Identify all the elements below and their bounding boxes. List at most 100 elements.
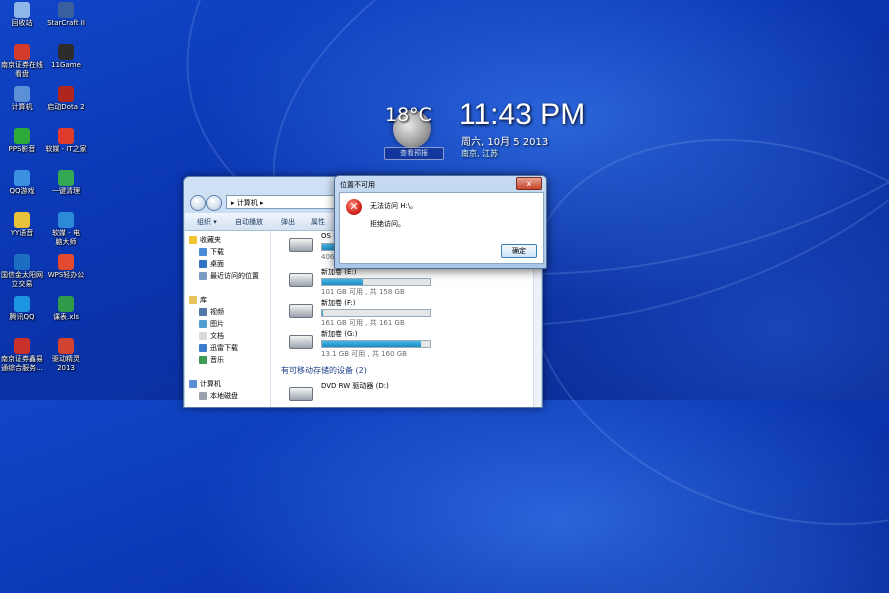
desktop-icon[interactable]: StarCraft II <box>44 2 88 28</box>
dvd-drive[interactable]: DVD RW 驱动器 (D:) <box>289 381 449 411</box>
nav-computer[interactable]: 计算机 <box>189 379 221 389</box>
app-icon <box>58 128 74 144</box>
app-icon <box>58 2 74 18</box>
hard-drive-icon <box>289 238 313 252</box>
drive-item[interactable]: 新加卷 (G:) 13.1 GB 可用 , 共 160 GB <box>289 329 449 359</box>
star-icon <box>189 236 197 244</box>
dvd-drive-name: DVD RW 驱动器 (D:) <box>321 382 389 390</box>
drive-usage-fill <box>322 279 364 285</box>
drive-item[interactable]: 新加卷 (F:) 161 GB 可用 , 共 161 GB <box>289 298 449 328</box>
desktop-icon-label: 回收站 <box>11 19 33 27</box>
desktop-icon <box>199 260 207 268</box>
drive-item[interactable]: 新加卷 (E:) 101 GB 可用 , 共 158 GB <box>289 267 449 297</box>
computer-icon <box>189 380 197 388</box>
recent-places-icon <box>199 272 207 280</box>
clock-date: 周六, 10月 5 2013 <box>461 137 549 148</box>
desktop-icon[interactable]: 软媒 - IT之家 <box>44 128 88 154</box>
desktop-icon[interactable]: QQ游戏 <box>0 170 44 196</box>
nav-downloads[interactable]: 下载 <box>199 247 224 257</box>
drive-name: 新加卷 (G:) <box>321 330 358 338</box>
nav-videos[interactable]: 视频 <box>199 307 224 317</box>
back-button[interactable] <box>190 195 206 211</box>
close-button[interactable]: x <box>516 177 542 190</box>
dvd-drive-icon <box>289 387 313 401</box>
app-icon <box>14 44 30 60</box>
desktop-icon-label: QQ游戏 <box>9 187 35 195</box>
app-icon <box>58 86 74 102</box>
desktop-icon[interactable]: 南京证券鑫易 通综合服务... <box>0 338 44 373</box>
nav-thunder[interactable]: 迅雷下载 <box>199 343 238 353</box>
desktop-icon-label: 驱动精灵 2013 <box>52 355 80 372</box>
removable-section-header[interactable]: 有可移动存储的设备 (2) <box>281 365 367 376</box>
document-icon <box>199 332 207 340</box>
desktop-icon[interactable]: 11Game <box>44 44 88 70</box>
nav-recent[interactable]: 最近访问的位置 <box>199 271 259 281</box>
app-icon <box>58 338 74 354</box>
desktop-icon-label: 国信金太阳网 立交易 <box>1 271 43 288</box>
desktop-icon-label: 软媒 - IT之家 <box>45 145 87 153</box>
drive-usage-bar <box>321 309 431 317</box>
location-unavailable-dialog[interactable]: 位置不可用 x ✕ 无法访问 H:\。 拒绝访问。 确定 <box>334 175 547 269</box>
nav-music[interactable]: 音乐 <box>199 355 224 365</box>
music-icon <box>199 356 207 364</box>
weather-gadget[interactable]: 18°C 查看预报 <box>383 104 453 164</box>
desktop-icon-label: 11Game <box>51 61 81 69</box>
desktop-icon-label: StarCraft II <box>47 19 85 27</box>
nav-documents[interactable]: 文档 <box>199 331 224 341</box>
desktop-icon[interactable]: 腾讯QQ <box>0 296 44 322</box>
download-folder-icon <box>199 248 207 256</box>
desktop-icon[interactable]: 驱动精灵 2013 <box>44 338 88 373</box>
nav-desktop[interactable]: 桌面 <box>199 259 224 269</box>
drive-size: 13.1 GB 可用 , 共 160 GB <box>321 350 407 358</box>
disk-icon <box>199 392 207 400</box>
dialog-body: ✕ 无法访问 H:\。 拒绝访问。 确定 <box>339 192 544 264</box>
desktop-icon[interactable]: WPS轻办公 <box>44 254 88 280</box>
desktop-icon[interactable]: 国信金太阳网 立交易 <box>0 254 44 289</box>
eject-button[interactable]: 弹出 <box>281 217 295 227</box>
desktop-icon-label: 腾讯QQ <box>9 313 35 321</box>
app-icon <box>14 170 30 186</box>
desktop-icon[interactable]: 课表.xls <box>44 296 88 322</box>
drive-size: 101 GB 可用 , 共 158 GB <box>321 288 405 296</box>
desktop-icon[interactable]: 回收站 <box>0 2 44 28</box>
hard-drive-icon <box>289 335 313 349</box>
dialog-detail: 拒绝访问。 <box>370 220 405 228</box>
library-icon <box>189 296 197 304</box>
desktop-icon[interactable]: YY语音 <box>0 212 44 238</box>
desktop-icon-label: PPS影音 <box>8 145 36 153</box>
error-icon: ✕ <box>346 199 362 215</box>
desktop-icon-label: 一键清理 <box>52 187 80 195</box>
thunder-icon <box>199 344 207 352</box>
desktop-icon-label: 计算机 <box>11 103 33 111</box>
dialog-title: 位置不可用 <box>340 181 375 189</box>
desktop-icon[interactable]: 一键清理 <box>44 170 88 196</box>
desktop-icon-label: 南京证券在线 看盘 <box>1 61 43 78</box>
app-icon <box>14 212 30 228</box>
desktop-icon[interactable]: 软媒 - 电 脑大师 <box>44 212 88 247</box>
hard-drive-icon <box>289 273 313 287</box>
app-icon <box>14 296 30 312</box>
view-forecast-link[interactable]: 查看预报 <box>384 147 444 160</box>
app-icon <box>58 44 74 60</box>
desktop-icon[interactable]: 计算机 <box>0 86 44 112</box>
nav-pictures[interactable]: 图片 <box>199 319 224 329</box>
desktop-icon-label: 启动Dota 2 <box>47 103 85 111</box>
app-icon <box>58 170 74 186</box>
app-icon <box>58 212 74 228</box>
desktop-icon[interactable]: 启动Dota 2 <box>44 86 88 112</box>
drive-usage-bar <box>321 340 431 348</box>
desktop-icon[interactable]: 南京证券在线 看盘 <box>0 44 44 79</box>
desktop-icon[interactable]: PPS影音 <box>0 128 44 154</box>
video-icon <box>199 308 207 316</box>
drive-size: 161 GB 可用 , 共 161 GB <box>321 319 405 327</box>
nav-libraries[interactable]: 库 <box>189 295 207 305</box>
autoplay-button[interactable]: 自动播放 <box>235 217 263 227</box>
drive-usage-fill <box>322 341 422 347</box>
ok-button[interactable]: 确定 <box>501 244 537 258</box>
organize-button[interactable]: 组织 ▾ <box>197 217 217 227</box>
nav-favorites[interactable]: 收藏夹 <box>189 235 221 245</box>
desktop-icon-label: 课表.xls <box>53 313 79 321</box>
properties-button[interactable]: 属性 <box>311 217 325 227</box>
forward-button[interactable] <box>206 195 222 211</box>
drive-name: 新加卷 (F:) <box>321 299 356 307</box>
